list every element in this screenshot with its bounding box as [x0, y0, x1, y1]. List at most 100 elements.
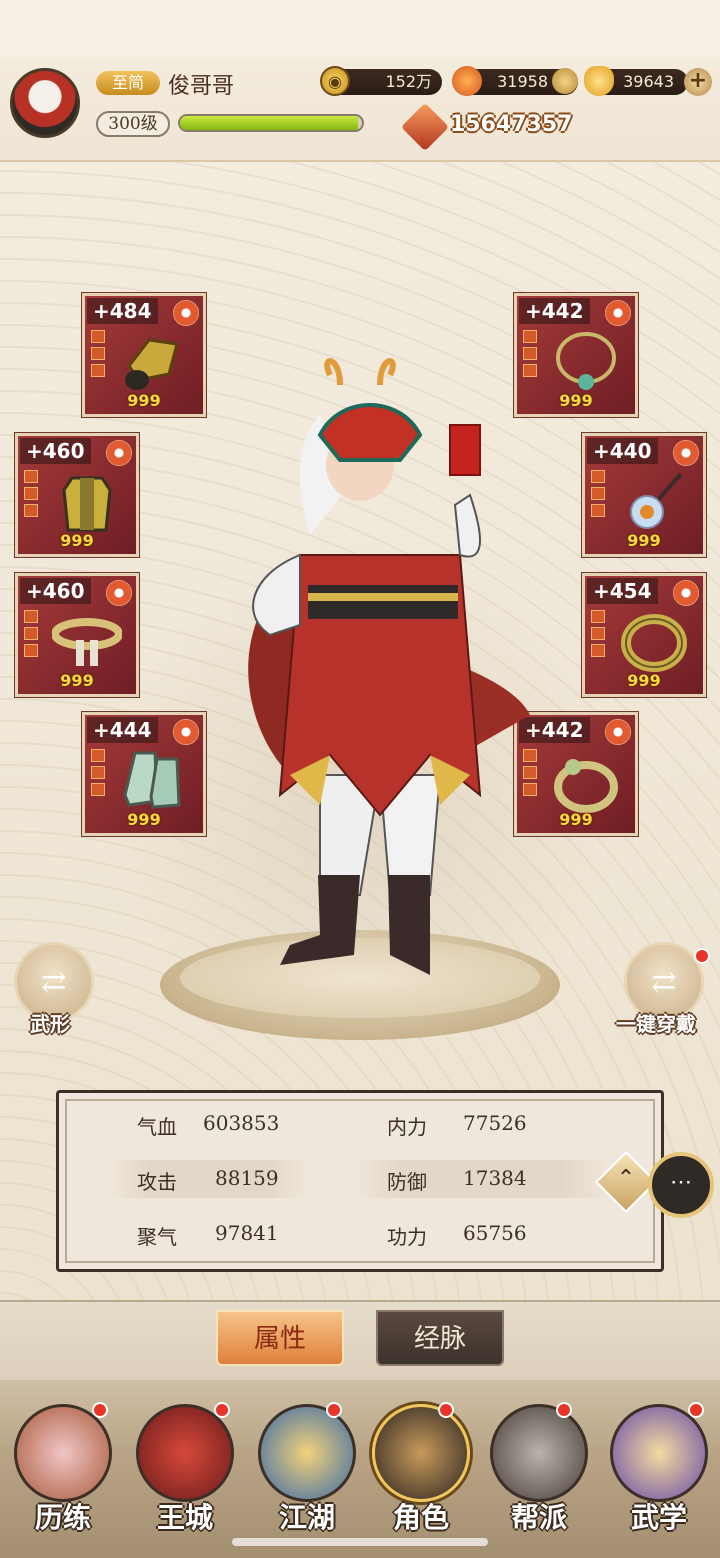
equip-count: 999: [627, 531, 661, 550]
defense-label: 防御: [387, 1170, 427, 1194]
necklace-icon: [551, 330, 621, 396]
chat-button[interactable]: ⋯: [648, 1152, 714, 1218]
nav-label: 武学: [630, 1501, 687, 1534]
appearance-swap-icon: ⇄: [41, 964, 67, 1000]
gem-slots: [591, 610, 605, 661]
nav-jianghu[interactable]: 江湖: [252, 1400, 362, 1550]
nav-guild[interactable]: 帮派: [484, 1400, 594, 1550]
nav-label: 江湖: [278, 1501, 335, 1534]
gem-slots: [24, 610, 38, 661]
equip-slot-belt[interactable]: +460 999: [14, 572, 140, 698]
quality-star-icon: [605, 300, 631, 326]
notification-dot: [214, 1402, 230, 1418]
tab-meridians[interactable]: 经脉: [376, 1310, 504, 1366]
equip-slot-boots[interactable]: +444 999: [81, 711, 207, 837]
notification-dot: [556, 1402, 572, 1418]
sword-icon: [258, 1404, 356, 1502]
combat-power-value: 15647357: [450, 112, 573, 137]
notification-dot: [326, 1402, 342, 1418]
gem-slots: [91, 330, 105, 381]
hp-label: 气血: [137, 1115, 177, 1139]
quality-star-icon: [173, 300, 199, 326]
player-name: 俊哥哥: [168, 74, 235, 99]
equip-level: +460: [20, 438, 91, 464]
home-indicator: [232, 1538, 488, 1546]
equip-count: 999: [60, 531, 94, 550]
coin-stack-icon: [552, 68, 578, 94]
nav-label: 历练: [34, 1501, 91, 1534]
inner-power-value: 77526: [463, 1111, 527, 1135]
equip-count: 999: [627, 671, 661, 690]
hp-value: 603853: [203, 1111, 280, 1135]
character-hat-icon: [372, 1404, 470, 1502]
skill-power-label: 功力: [387, 1225, 427, 1249]
equip-level: +444: [87, 717, 158, 743]
chat-bubble-icon: ⋯: [670, 1170, 692, 1195]
level-badge: 300级: [96, 111, 170, 137]
attack-value: 88159: [215, 1166, 279, 1190]
palace-icon: [136, 1404, 234, 1502]
nav-character[interactable]: 角色: [366, 1400, 476, 1550]
gem-slots: [24, 470, 38, 521]
hairpin-icon: [619, 470, 689, 536]
equip-all-swap-icon: ⇄: [651, 964, 677, 1000]
bracelet-icon: [619, 610, 689, 676]
focus-label: 聚气: [137, 1225, 177, 1249]
quality-star-icon: [605, 719, 631, 745]
equip-level: +442: [519, 298, 590, 324]
ring-icon: [551, 749, 621, 815]
appearance-label: 武形: [30, 1012, 70, 1036]
stat-row: 聚气 97841 功力 65756: [109, 1215, 609, 1253]
gem-slots: [591, 470, 605, 521]
defense-value: 17384: [463, 1166, 527, 1190]
belt-icon: [52, 610, 122, 676]
equip-slot-gauntlet[interactable]: +484 999: [81, 292, 207, 418]
equip-slot-bracelet[interactable]: +454 999: [581, 572, 707, 698]
vip-badge: 至简: [96, 71, 160, 95]
quality-star-icon: [673, 440, 699, 466]
stats-panel: 气血 603853 内力 77526 攻击 88159 防御 17384 聚气 …: [56, 1090, 664, 1272]
quality-star-icon: [106, 580, 132, 606]
notification-dot: [92, 1402, 108, 1418]
boots-icon: [119, 749, 189, 815]
training-scroll-icon: [14, 1404, 112, 1502]
nav-label: 帮派: [510, 1501, 567, 1534]
nav-label: 王城: [156, 1501, 213, 1534]
status-strip: [0, 0, 720, 58]
equip-level: +454: [587, 578, 658, 604]
inner-power-label: 内力: [387, 1115, 427, 1139]
guild-emblem-icon: [490, 1404, 588, 1502]
notification-dot: [688, 1402, 704, 1418]
fire-gem-icon: [452, 66, 482, 96]
quality-star-icon: [173, 719, 199, 745]
equip-level: +484: [87, 298, 158, 324]
character-model[interactable]: [230, 355, 540, 995]
notification-dot: [694, 948, 710, 964]
equip-count: 999: [127, 391, 161, 410]
nav-label: 角色: [392, 1501, 449, 1534]
armor-icon: [52, 470, 122, 536]
quality-star-icon: [673, 580, 699, 606]
martial-scroll-icon: [610, 1404, 708, 1502]
equip-count: 999: [60, 671, 94, 690]
gold-ingot-icon: [584, 66, 614, 96]
nav-martial-arts[interactable]: 武学: [604, 1400, 714, 1550]
player-avatar[interactable]: [10, 68, 80, 138]
stat-row: 攻击 88159 防御 17384: [109, 1160, 613, 1198]
chevron-up-icon: ⌃: [616, 1166, 636, 1191]
equip-level: +440: [587, 438, 658, 464]
focus-value: 97841: [215, 1221, 279, 1245]
tab-attributes[interactable]: 属性: [216, 1310, 344, 1366]
exp-bar: [178, 114, 364, 132]
nav-royal-city[interactable]: 王城: [130, 1400, 240, 1550]
quality-star-icon: [106, 440, 132, 466]
gauntlet-icon: [119, 330, 189, 396]
add-currency-button[interactable]: +: [684, 68, 712, 96]
copper-coin-icon: ◉: [320, 66, 350, 96]
equip-slot-hairpin[interactable]: +440 999: [581, 432, 707, 558]
equip-level: +460: [20, 578, 91, 604]
gem-slots: [91, 749, 105, 800]
equip-slot-armor[interactable]: +460 999: [14, 432, 140, 558]
notification-dot: [438, 1402, 454, 1418]
nav-training[interactable]: 历练: [8, 1400, 118, 1550]
